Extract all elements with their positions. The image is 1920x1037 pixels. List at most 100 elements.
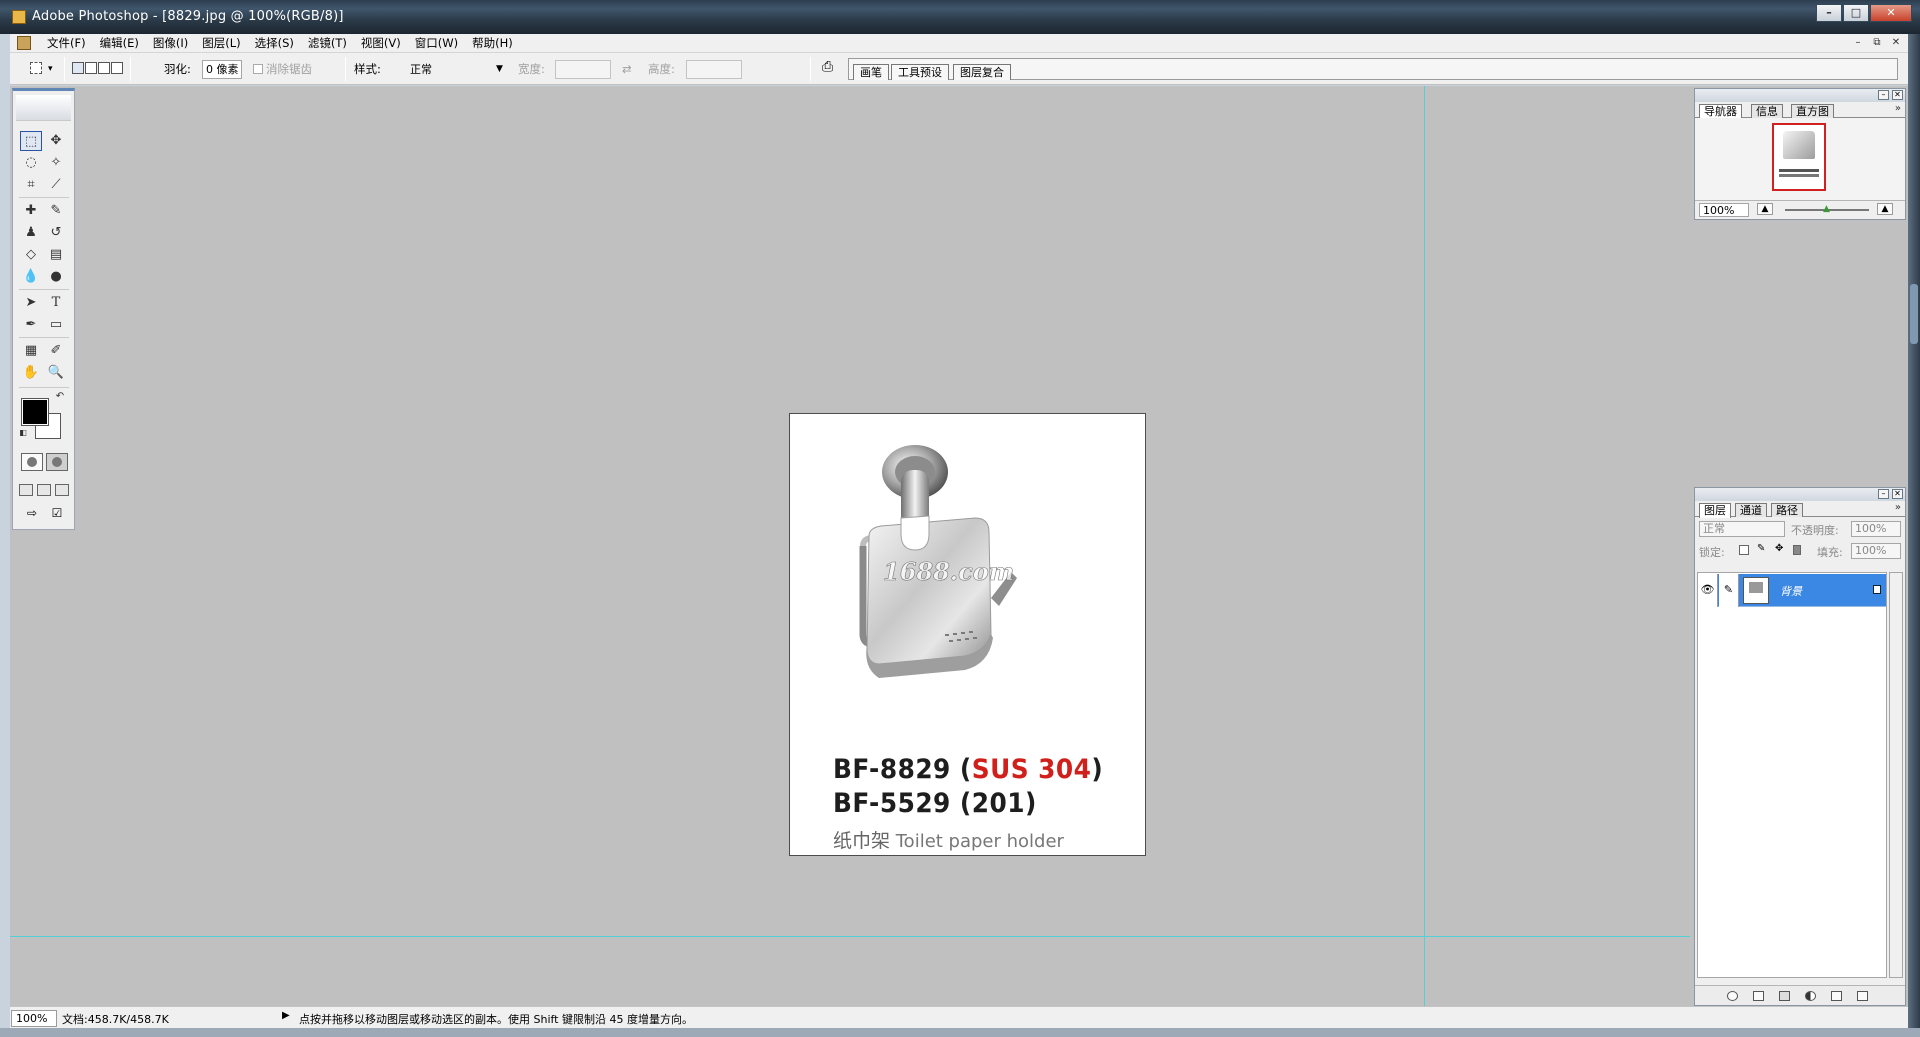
standard-mode-button[interactable]: [21, 453, 43, 471]
palette-minimize-icon[interactable]: –: [1878, 489, 1889, 499]
navigator-preview[interactable]: [1695, 118, 1905, 200]
lock-all-icon[interactable]: [1793, 545, 1801, 555]
new-selection-icon[interactable]: [72, 62, 84, 74]
feather-input[interactable]: 0 像素: [202, 60, 242, 79]
palette-menu-icon[interactable]: »: [1895, 502, 1901, 513]
subtract-selection-icon[interactable]: [98, 62, 110, 74]
zoom-tool-icon[interactable]: 🔍: [45, 363, 67, 383]
rectangular-marquee-tool-icon[interactable]: ⬚: [20, 131, 42, 151]
style-select[interactable]: 正常: [406, 60, 506, 79]
layer-style-icon[interactable]: [1727, 991, 1738, 1001]
eraser-tool-icon[interactable]: ◇: [20, 245, 42, 265]
gradient-tool-icon[interactable]: ▤: [45, 245, 67, 265]
canvas-workspace[interactable]: 1688.com BF-8829 (SUS 304) BF-5529 (201)…: [10, 86, 1908, 1006]
width-input[interactable]: [555, 60, 611, 79]
lock-pixels-icon[interactable]: ✎: [1757, 543, 1767, 554]
close-button[interactable]: ✕: [1870, 4, 1912, 22]
layer-name[interactable]: 背景: [1780, 583, 1802, 599]
chevron-down-icon[interactable]: ▼: [496, 61, 503, 77]
type-tool-icon[interactable]: T: [45, 293, 67, 313]
height-input[interactable]: [686, 60, 742, 79]
palette-close-icon[interactable]: ✕: [1892, 489, 1903, 499]
quick-mask-mode-button[interactable]: [46, 453, 68, 471]
add-selection-icon[interactable]: [85, 62, 97, 74]
document-image[interactable]: 1688.com BF-8829 (SUS 304) BF-5529 (201)…: [789, 413, 1146, 856]
file-browser-icon[interactable]: ⎙: [822, 59, 833, 75]
navigator-zoom-input[interactable]: 100%: [1699, 203, 1749, 217]
doc-restore-button[interactable]: ⧉: [1869, 36, 1885, 50]
foreground-color-swatch[interactable]: [21, 398, 49, 426]
lock-position-icon[interactable]: ✥: [1775, 543, 1785, 554]
history-brush-tool-icon[interactable]: ↺: [45, 223, 67, 243]
maximize-button[interactable]: □: [1843, 4, 1869, 22]
status-zoom-input[interactable]: 100%: [11, 1010, 57, 1027]
path-selection-tool-icon[interactable]: ➤: [20, 293, 42, 313]
jump-to-imageready-icon[interactable]: ⇨: [21, 505, 43, 523]
menu-help[interactable]: 帮助(H): [465, 36, 520, 51]
document-icon[interactable]: [17, 36, 31, 50]
lock-transparency-icon[interactable]: [1739, 545, 1749, 555]
magic-wand-tool-icon[interactable]: ✧: [45, 153, 67, 173]
swap-dimensions-icon[interactable]: ⇄: [622, 61, 632, 77]
new-layer-icon[interactable]: [1831, 991, 1842, 1001]
marquee-tool-preset-icon[interactable]: [30, 62, 42, 74]
lasso-tool-icon[interactable]: ◌: [20, 153, 42, 173]
imageready-check-icon[interactable]: ☑: [46, 505, 68, 523]
doc-close-button[interactable]: ✕: [1888, 36, 1904, 50]
brush-icon[interactable]: ✎: [1719, 574, 1739, 607]
healing-brush-tool-icon[interactable]: ✚: [20, 201, 42, 221]
photoshop-feather-logo[interactable]: [16, 95, 71, 121]
navigator-thumbnail[interactable]: [1772, 123, 1826, 191]
zoom-in-icon[interactable]: ▲: [1877, 203, 1893, 215]
menu-layer[interactable]: 图层(L): [195, 36, 247, 51]
slice-tool-icon[interactable]: ⟋: [45, 175, 67, 195]
menu-view[interactable]: 视图(V): [354, 36, 408, 51]
antialias-checkbox[interactable]: [253, 64, 263, 74]
blend-mode-select[interactable]: 正常: [1699, 521, 1785, 537]
menu-edit[interactable]: 编辑(E): [93, 36, 146, 51]
fill-input[interactable]: 100%: [1851, 543, 1901, 559]
delete-layer-icon[interactable]: [1857, 991, 1868, 1001]
opacity-input[interactable]: 100%: [1851, 521, 1901, 537]
tab-navigator[interactable]: 导航器: [1699, 104, 1742, 119]
blur-tool-icon[interactable]: 💧: [20, 267, 42, 287]
tab-layers[interactable]: 图层: [1699, 503, 1731, 518]
clone-stamp-tool-icon[interactable]: ♟: [20, 223, 42, 243]
palette-menu-icon[interactable]: »: [1895, 103, 1901, 114]
vertical-guide[interactable]: [1424, 86, 1425, 1006]
add-mask-icon[interactable]: [1753, 991, 1764, 1001]
crop-tool-icon[interactable]: ⌗: [20, 175, 42, 195]
adjustment-layer-icon[interactable]: [1805, 991, 1816, 1001]
menu-filter[interactable]: 滤镜(T): [301, 36, 354, 51]
eyedropper-tool-icon[interactable]: ✐: [45, 341, 67, 361]
rectangle-tool-icon[interactable]: ▭: [45, 315, 67, 335]
notes-tool-icon[interactable]: ▦: [20, 341, 42, 361]
new-group-icon[interactable]: [1779, 991, 1790, 1001]
tab-histogram[interactable]: 直方图: [1791, 104, 1834, 118]
tool-preset-dropdown-icon[interactable]: ▾: [48, 61, 53, 77]
status-menu-arrow-icon[interactable]: ▶: [282, 1010, 290, 1021]
tab-paths[interactable]: 路径: [1771, 503, 1803, 517]
menu-image[interactable]: 图像(I): [146, 36, 195, 51]
menu-file[interactable]: 文件(F): [40, 36, 93, 51]
brush-tool-icon[interactable]: ✎: [45, 201, 67, 221]
full-screen-mode-button[interactable]: [55, 484, 69, 496]
horizontal-guide[interactable]: [10, 936, 1690, 937]
dodge-tool-icon[interactable]: ●: [45, 267, 67, 287]
tab-info[interactable]: 信息: [1751, 104, 1783, 118]
default-colors-icon[interactable]: ◧: [17, 427, 29, 439]
standard-screen-mode-button[interactable]: [19, 484, 33, 496]
menu-select[interactable]: 选择(S): [248, 36, 301, 51]
full-screen-menu-mode-button[interactable]: [37, 484, 51, 496]
swap-colors-icon[interactable]: ↶: [49, 391, 71, 403]
minimize-button[interactable]: –: [1816, 4, 1842, 22]
zoom-slider-knob[interactable]: ▲: [1823, 204, 1830, 214]
pen-tool-icon[interactable]: ✒: [20, 315, 42, 335]
move-tool-icon[interactable]: ✥: [45, 131, 67, 151]
doc-minimize-button[interactable]: –: [1850, 36, 1866, 50]
palette-close-icon[interactable]: ✕: [1892, 90, 1903, 100]
hand-tool-icon[interactable]: ✋: [20, 363, 42, 383]
tab-channels[interactable]: 通道: [1735, 503, 1767, 517]
layer-list-scrollbar[interactable]: [1889, 572, 1903, 978]
zoom-out-icon[interactable]: ▲: [1757, 203, 1773, 215]
